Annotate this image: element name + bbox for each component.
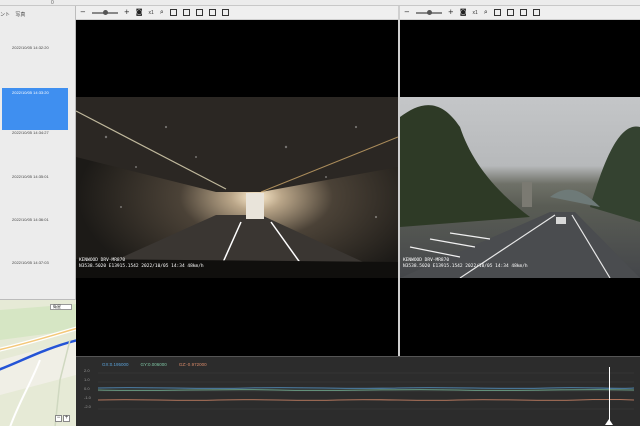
g-sensor-graph[interactable]: GX:0.195000 GY:0.006000 GZ:-0.972000 2.0… bbox=[76, 356, 640, 426]
rear-video-stamp: KENWOOD DRV-MR870 N3538.5020 E13915.1542… bbox=[403, 258, 528, 270]
front-stamp-gps: N3538.5020 E13915.1542 2022/10/05 14:34 … bbox=[79, 264, 204, 269]
file-list-item[interactable]: 2022/10/05 14:37:03 bbox=[2, 258, 68, 300]
map-graphic bbox=[0, 300, 76, 426]
file-time-label: 2022/10/05 14:32:20 bbox=[12, 45, 49, 50]
y-tick: 2.0 bbox=[84, 368, 90, 373]
gy-series-line bbox=[98, 389, 634, 391]
file-list-item[interactable]: 2022/10/05 14:32:20 bbox=[2, 43, 68, 85]
zoom-level: x1 bbox=[148, 9, 154, 16]
zoom-slider[interactable] bbox=[91, 9, 118, 15]
map-zoom-out-button[interactable]: − bbox=[55, 415, 62, 422]
camera-icon[interactable]: ◙ bbox=[460, 9, 467, 16]
y-tick: -2.0 bbox=[84, 404, 91, 409]
tab-event[interactable]: ント bbox=[0, 12, 10, 18]
map-zoom-controls: − + bbox=[55, 415, 70, 422]
map-type-select[interactable]: 衛星 bbox=[50, 304, 72, 310]
zoom-out-icon[interactable]: − bbox=[404, 9, 410, 16]
legend-gx: GX:0.195000 bbox=[102, 362, 129, 367]
y-tick: -1.0 bbox=[84, 395, 91, 400]
tunnel-scene bbox=[76, 97, 398, 278]
file-time-label: 2022/10/05 14:36:01 bbox=[12, 217, 49, 222]
rotate-icon[interactable] bbox=[208, 9, 216, 16]
zoom-in-icon[interactable]: + bbox=[124, 9, 130, 16]
front-camera-video[interactable]: KENWOOD DRV-MR870 N3538.5020 E13915.1542… bbox=[76, 97, 398, 278]
file-time-label: 2022/10/05 14:35:01 bbox=[12, 174, 49, 179]
magnifier-icon[interactable]: ⌕ bbox=[160, 9, 164, 16]
fit-icon[interactable] bbox=[493, 9, 501, 16]
layout-icon[interactable] bbox=[221, 9, 229, 16]
front-camera-pane: − + ◙ x1 ⌕ KENWOOD DRV-MR870 N3538.5020 … bbox=[76, 6, 398, 356]
sidebar-tabs: ント 写真 bbox=[0, 11, 29, 19]
gx-series-line bbox=[98, 387, 634, 389]
highway-scene bbox=[400, 105, 640, 278]
flip-icon[interactable] bbox=[519, 9, 527, 16]
y-tick: 0.0 bbox=[84, 386, 90, 391]
fullscreen-icon[interactable] bbox=[182, 9, 190, 16]
fullscreen-icon[interactable] bbox=[506, 9, 514, 16]
file-time-label: 2022/10/05 14:37:03 bbox=[12, 260, 49, 265]
file-time-label: 2022/10/05 14:34:27 bbox=[12, 130, 49, 135]
flip-icon[interactable] bbox=[195, 9, 203, 16]
zoom-in-icon[interactable]: + bbox=[448, 9, 454, 16]
file-list-item-selected[interactable]: 2022/10/05 14:33:20 bbox=[2, 88, 68, 130]
file-list-item[interactable]: 2022/10/05 14:35:01 bbox=[2, 172, 68, 214]
zoom-level: x1 bbox=[472, 9, 478, 16]
zoom-out-icon[interactable]: − bbox=[80, 9, 86, 16]
tab-photo[interactable]: 写真 bbox=[15, 12, 25, 18]
rear-camera-video[interactable]: KENWOOD DRV-MR870 N3538.5020 E13915.1542… bbox=[400, 97, 640, 278]
rear-stamp-gps: N3538.5020 E13915.1542 2022/10/05 14:34 … bbox=[403, 264, 528, 269]
file-list-item[interactable]: 2022/10/05 14:36:01 bbox=[2, 215, 68, 257]
front-video-stamp: KENWOOD DRV-MR870 N3538.5020 E13915.1542… bbox=[79, 258, 204, 270]
magnifier-icon[interactable]: ⌕ bbox=[484, 9, 488, 16]
legend-gy: GY:0.006000 bbox=[140, 362, 167, 367]
graph-plot bbox=[98, 372, 634, 410]
rear-camera-pane: − + ◙ x1 ⌕ KENWOOD DRV-MR870 N3538.5020 … bbox=[400, 6, 640, 356]
map-zoom-in-button[interactable]: + bbox=[63, 415, 70, 422]
front-player-toolbar: − + ◙ x1 ⌕ bbox=[76, 6, 398, 20]
zoom-slider[interactable] bbox=[415, 9, 442, 15]
graph-legend: GX:0.195000 GY:0.006000 GZ:-0.972000 bbox=[102, 362, 207, 367]
sidebar: ント 写真 2022/10/05 14:32:20 2022/10/05 14:… bbox=[0, 6, 76, 426]
file-time-label: 2022/10/05 14:33:20 bbox=[12, 90, 49, 95]
legend-gz: GZ:-0.972000 bbox=[178, 362, 207, 367]
graph-y-ticks: 2.0 1.0 0.0 -1.0 -2.0 bbox=[84, 368, 98, 413]
route-map[interactable]: 衛星 − + bbox=[0, 299, 76, 426]
playback-cursor[interactable] bbox=[609, 367, 610, 423]
y-tick: 1.0 bbox=[84, 377, 90, 382]
rotate-icon[interactable] bbox=[532, 9, 540, 16]
fit-icon[interactable] bbox=[169, 9, 177, 16]
rear-player-toolbar: − + ◙ x1 ⌕ bbox=[400, 6, 640, 20]
camera-icon[interactable]: ◙ bbox=[136, 9, 143, 16]
file-list-item[interactable]: 2022/10/05 14:34:27 bbox=[2, 128, 68, 170]
playback-handle[interactable] bbox=[605, 419, 613, 425]
